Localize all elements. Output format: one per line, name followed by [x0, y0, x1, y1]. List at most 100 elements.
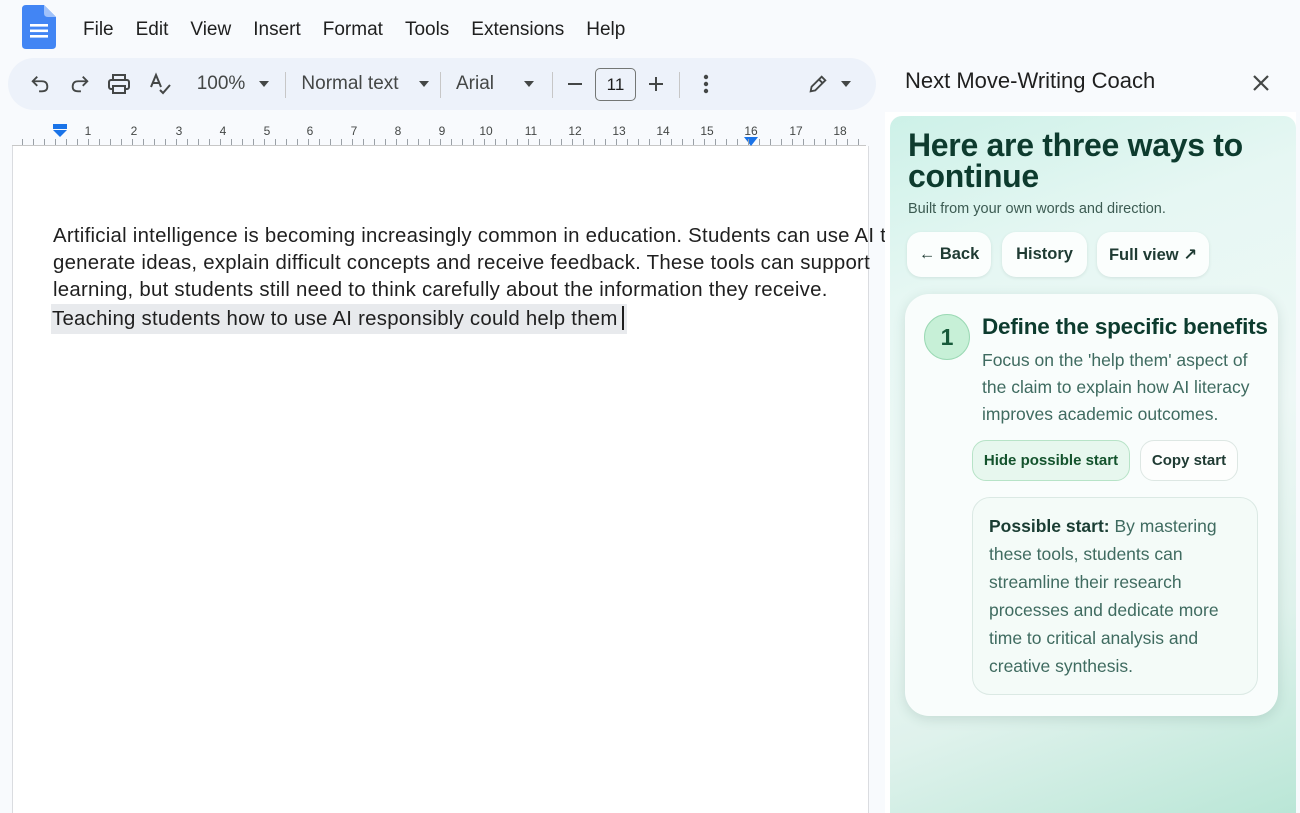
copy-start-button[interactable]: Copy start — [1140, 440, 1238, 481]
document-body[interactable]: Artificial intelligence is becoming incr… — [53, 223, 897, 304]
step-number-badge: 1 — [924, 314, 970, 360]
ruler-tick — [660, 139, 661, 145]
ruler-tick — [253, 139, 254, 145]
coach-subheading: Built from your own words and direction. — [908, 201, 1166, 217]
ruler-tick — [429, 139, 430, 145]
ruler-tick — [341, 139, 342, 145]
document-page[interactable]: Artificial intelligence is becoming incr… — [12, 146, 897, 813]
toolbar-divider — [679, 72, 680, 98]
ruler-tick — [198, 139, 199, 145]
print-icon[interactable] — [104, 68, 134, 100]
ruler-number: 10 — [479, 124, 493, 138]
text-cursor — [621, 306, 624, 330]
ruler-tick — [396, 139, 397, 145]
ruler-tick — [484, 139, 485, 145]
menu-extensions[interactable]: Extensions — [460, 18, 575, 42]
ruler-tick — [638, 139, 639, 145]
ruler-number: 8 — [394, 124, 402, 138]
selected-sentence[interactable]: Teaching students how to use AI responsi… — [51, 304, 627, 334]
more-options-icon[interactable] — [695, 68, 717, 100]
font-family-value: Arial — [456, 73, 495, 94]
ruler-tick — [363, 139, 364, 145]
ruler-tick — [847, 139, 848, 145]
ruler-tick — [154, 139, 155, 145]
ruler-number: 13 — [612, 124, 626, 138]
ruler-tick — [275, 139, 276, 145]
back-button[interactable]: ← Back — [907, 232, 991, 277]
ruler-number: 1 — [84, 124, 92, 138]
ruler-tick — [374, 139, 375, 145]
ruler: 1 2 3 4 5 6 7 8 9 10 11 12 13 14 15 16 1… — [0, 118, 880, 146]
ruler-number: 9 — [438, 124, 446, 138]
spellcheck-icon[interactable] — [146, 68, 174, 100]
ruler-tick — [814, 139, 815, 145]
font-size-input[interactable]: 11 — [595, 68, 636, 101]
ruler-tick — [352, 139, 353, 145]
ruler-tick — [473, 139, 474, 145]
chevron-down-icon — [418, 81, 429, 87]
ruler-tick — [407, 139, 408, 145]
ruler-tick — [231, 139, 232, 145]
ruler-tick — [858, 139, 859, 145]
ruler-number: 16 — [744, 124, 758, 138]
menu-format[interactable]: Format — [312, 18, 394, 42]
ruler-tick — [462, 139, 463, 145]
pencil-icon — [807, 73, 829, 95]
possible-start-box: Possible start: By mastering these tools… — [972, 497, 1258, 695]
ruler-number: 17 — [789, 124, 803, 138]
ruler-tick — [319, 139, 320, 145]
ruler-tick — [726, 139, 727, 145]
ruler-tick — [836, 139, 837, 145]
ruler-tick — [286, 139, 287, 145]
toolbar-divider — [440, 72, 441, 98]
menu-file[interactable]: File — [72, 18, 125, 42]
decrease-font-size-icon[interactable] — [564, 68, 586, 100]
ruler-tick — [825, 139, 826, 145]
ruler-tick — [385, 139, 386, 145]
redo-icon[interactable] — [66, 68, 94, 100]
chevron-down-icon — [841, 81, 851, 87]
ruler-tick — [330, 139, 331, 145]
ruler-number: 6 — [306, 124, 314, 138]
document-line: generate ideas, explain difficult concep… — [53, 252, 870, 274]
menu-help[interactable]: Help — [575, 18, 636, 42]
menu-edit[interactable]: Edit — [125, 18, 180, 42]
ruler-tick — [99, 139, 100, 145]
undo-icon[interactable] — [26, 68, 54, 100]
hide-possible-start-button[interactable]: Hide possible start — [972, 440, 1130, 481]
paragraph-style-select[interactable]: Normal text — [300, 68, 430, 100]
menu-insert[interactable]: Insert — [242, 18, 312, 42]
ruler-tick — [803, 139, 804, 145]
menu-view[interactable]: View — [179, 18, 242, 42]
toolbar: 100% Normal text Arial 11 — [8, 58, 876, 110]
font-family-select[interactable]: Arial — [456, 68, 540, 100]
ruler-number: 11 — [524, 124, 538, 138]
close-icon[interactable] — [1249, 71, 1273, 95]
increase-font-size-icon[interactable] — [645, 68, 667, 100]
suggestion-title: Define the specific benefits — [982, 314, 1268, 339]
menu-tools[interactable]: Tools — [394, 18, 460, 42]
full-view-button[interactable]: Full view ↗ — [1097, 232, 1209, 277]
ruler-tick — [77, 139, 78, 145]
ruler-tick — [44, 139, 45, 145]
ruler-tick — [539, 139, 540, 145]
zoom-select[interactable]: 100% — [193, 68, 273, 100]
ruler-tick — [770, 139, 771, 145]
ruler-number: 2 — [130, 124, 138, 138]
zoom-value: 100% — [196, 73, 246, 94]
ruler-tick — [572, 139, 573, 145]
ruler-tick — [605, 139, 606, 145]
ruler-number: 3 — [175, 124, 183, 138]
docs-logo-icon[interactable] — [22, 5, 56, 49]
history-button[interactable]: History — [1002, 232, 1087, 277]
ruler-number: 12 — [568, 124, 582, 138]
selected-sentence-text: Teaching students how to use AI responsi… — [52, 308, 618, 330]
panel-header: Next Move-Writing Coach — [885, 54, 1296, 112]
editing-mode-select[interactable] — [803, 68, 855, 100]
ruler-tick — [451, 139, 452, 145]
toolbar-divider — [552, 72, 553, 98]
panel-title: Next Move-Writing Coach — [905, 68, 1156, 93]
ruler-tick — [143, 139, 144, 145]
writing-coach-panel: Next Move-Writing Coach Here are three w… — [885, 54, 1296, 813]
ruler-tick — [737, 139, 738, 145]
